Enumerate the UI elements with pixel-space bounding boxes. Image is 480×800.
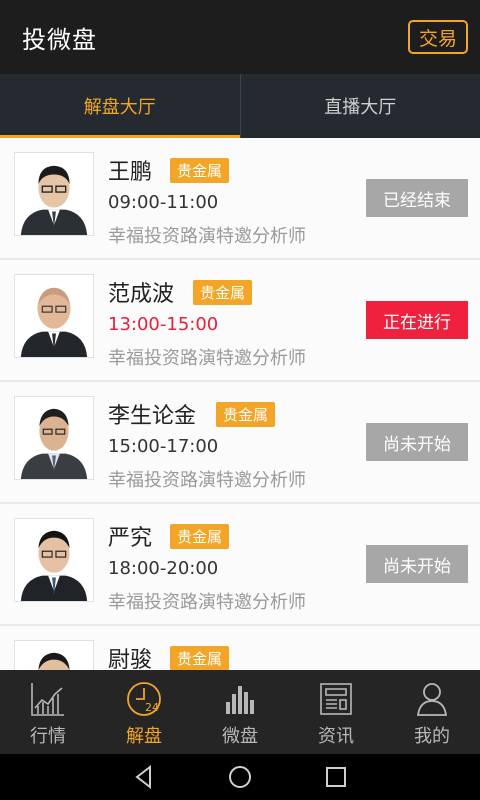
clock-24-icon: 24	[127, 682, 161, 716]
list-item[interactable]: 范成波 贵金属 13:00-15:00 幸福投资路演特邀分析师 正在进行	[0, 260, 480, 380]
list-item[interactable]: 王鹏 贵金属 09:00-11:00 幸福投资路演特邀分析师 已经结束	[0, 138, 480, 258]
list-item[interactable]: 严究 贵金属 18:00-20:00 幸福投资路演特邀分析师 尚未开始	[0, 504, 480, 624]
category-badge: 贵金属	[170, 646, 230, 670]
nav-label: 微盘	[222, 726, 258, 747]
nav-label: 资讯	[318, 726, 354, 747]
analyst-name: 李生论金	[108, 404, 197, 429]
analyst-avatar	[14, 518, 94, 602]
nav-item-news[interactable]: 资讯	[288, 670, 384, 754]
market-chart-icon	[31, 683, 64, 716]
nav-label: 行情	[30, 726, 66, 747]
analyst-name: 严究	[108, 526, 153, 551]
nav-item-analysis[interactable]: 24 解盘	[96, 670, 192, 754]
bottom-nav: 行情 24 解盘 微盘 资讯 我的	[0, 670, 480, 754]
category-badge: 贵金属	[193, 280, 253, 305]
system-nav-bar	[0, 754, 480, 800]
analyst-avatar	[14, 274, 94, 358]
nav-label: 解盘	[126, 726, 162, 747]
analyst-description: 幸福投资路演特邀分析师	[108, 470, 306, 491]
trade-button[interactable]: 交易	[407, 20, 468, 54]
top-bar: 投微盘 交易	[0, 0, 480, 74]
user-icon	[416, 683, 448, 716]
app-title: 投微盘	[22, 25, 97, 54]
analyst-description: 幸福投资路演特邀分析师	[108, 226, 306, 247]
analyst-avatar	[14, 640, 94, 670]
nav-item-market[interactable]: 行情	[0, 670, 96, 754]
category-badge: 贵金属	[170, 524, 230, 549]
status-button[interactable]: 尚未开始	[366, 545, 468, 583]
bar-chart-icon	[226, 686, 254, 714]
analyst-name: 范成波	[108, 282, 175, 307]
analyst-name: 王鹏	[108, 160, 153, 185]
tab-live-hall[interactable]: 直播大厅	[241, 74, 480, 138]
list-item[interactable]: 尉骏 贵金属	[0, 626, 480, 670]
analyst-list[interactable]: 王鹏 贵金属 09:00-11:00 幸福投资路演特邀分析师 已经结束 范成波 …	[0, 138, 480, 670]
recents-icon[interactable]	[322, 763, 350, 791]
category-badge: 贵金属	[170, 158, 230, 183]
session-time: 15:00-17:00	[108, 436, 219, 457]
analyst-description: 幸福投资路演特邀分析师	[108, 592, 306, 613]
analyst-avatar	[14, 152, 94, 236]
analyst-name: 尉骏	[108, 648, 153, 670]
session-time: 09:00-11:00	[108, 192, 219, 213]
list-item[interactable]: 李生论金 贵金属 15:00-17:00 幸福投资路演特邀分析师 尚未开始	[0, 382, 480, 502]
svg-text:24: 24	[145, 701, 159, 714]
news-icon	[320, 683, 352, 715]
session-time: 18:00-20:00	[108, 558, 219, 579]
analyst-description: 幸福投资路演特邀分析师	[108, 348, 306, 369]
tab-bar: 解盘大厅 直播大厅	[0, 74, 480, 138]
status-button[interactable]: 尚未开始	[366, 423, 468, 461]
status-button[interactable]: 正在进行	[366, 301, 468, 339]
nav-item-profile[interactable]: 我的	[384, 670, 480, 754]
nav-item-micro[interactable]: 微盘	[192, 670, 288, 754]
back-icon[interactable]	[130, 763, 158, 791]
tab-analysis-hall[interactable]: 解盘大厅	[0, 74, 240, 138]
session-time: 13:00-15:00	[108, 314, 219, 335]
status-button[interactable]: 已经结束	[366, 179, 468, 217]
analyst-avatar	[14, 396, 94, 480]
nav-label: 我的	[414, 726, 450, 747]
home-icon[interactable]	[226, 763, 254, 791]
category-badge: 贵金属	[216, 402, 276, 427]
